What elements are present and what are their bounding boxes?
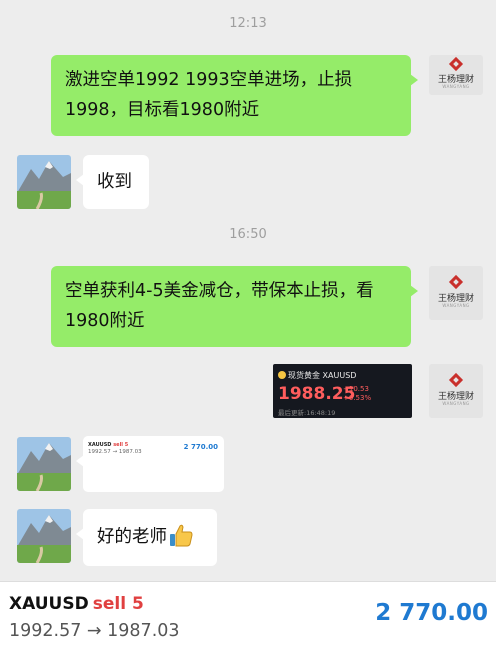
sender-avatar[interactable]: 王杨理财 WANGYANG [429,266,483,320]
receiver-avatar[interactable] [17,155,71,209]
quote-symbol: XAUUSD [322,371,357,380]
reply-text: 好的老师 [97,527,167,547]
sender-brand-sub: WANGYANG [442,84,470,89]
quote-updated: 最后更新:16:48:19 [278,409,336,417]
receiver-avatar[interactable] [17,509,71,563]
sender-avatar[interactable]: 王杨理财 WANGYANG [429,55,483,95]
received-message[interactable]: 好的老师 [76,509,217,566]
trade-symbol: XAUUSD [9,594,89,614]
sent-message[interactable]: 空单获利4-5美金减仓，带保本止损，看1980附近 [51,266,418,347]
mini-trade-side: sell 5 [113,442,129,448]
received-message[interactable]: 收到 [76,155,149,209]
sender-avatar[interactable]: 王杨理财 WANGYANG [429,364,483,418]
mini-trade-amount: 2 770.00 [183,443,218,451]
mountain-avatar-icon [17,509,71,563]
quote-change: +10.53 [343,385,369,393]
sender-brand-sub: WANGYANG [442,303,470,308]
gold-coin-icon [278,371,286,379]
mini-trade-symbol: XAUUSD [88,442,112,448]
trade-side: sell 5 [92,594,144,614]
timestamp: 16:50 [229,227,267,242]
diamond-logo-icon [448,372,464,388]
quote-title: 现货黄金 [288,371,320,380]
diamond-logo-icon [448,274,464,290]
diamond-logo-icon [448,56,464,72]
sender-brand-sub: WANGYANG [442,401,470,406]
trade-range: 1992.57 → 1987.03 [9,621,180,641]
thumbs-up-emoji-icon [170,524,193,547]
receiver-avatar[interactable] [17,437,71,491]
gold-quote-image[interactable]: 现货黄金 XAUUSD 1988.25 +10.53 +0.53% 最后更新:1… [273,364,412,418]
mini-trade-range: 1992.57 → 1987.03 [88,449,142,455]
timestamp: 12:13 [229,16,267,31]
quote-change-pct: +0.53% [343,394,372,402]
trade-screenshot-message[interactable]: XAUUSD sell 5 1992.57 → 1987.03 2 770.00 [76,436,224,492]
trade-amount: 2 770.00 [375,600,488,626]
mountain-avatar-icon [17,437,71,491]
mountain-avatar-icon [17,155,71,209]
trade-summary-bar[interactable]: XAUUSD sell 5 1992.57 → 1987.03 2 770.00 [0,581,496,650]
sent-message[interactable]: 激进空单1992 1993空单进场，止损1998，目标看1980附近 [51,55,418,136]
